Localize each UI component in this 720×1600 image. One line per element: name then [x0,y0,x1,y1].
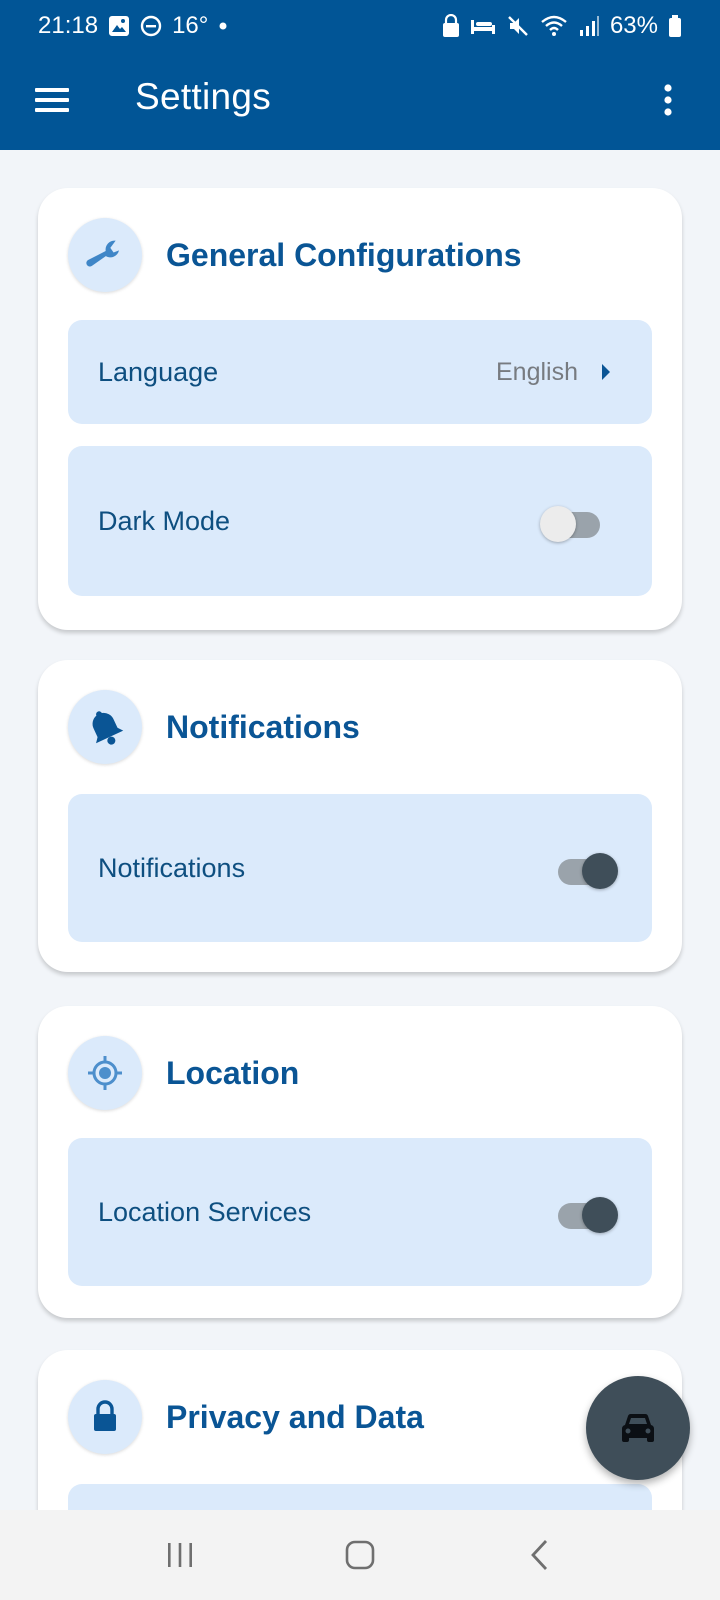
wrench-icon [68,218,142,292]
general-configurations-card: General Configurations Language English … [38,188,682,630]
image-icon [108,15,130,37]
notifications-card: Notifications Notifications [38,660,682,972]
language-value: English [496,357,578,386]
mute-icon [506,14,530,38]
notifications-label: Notifications [98,852,246,883]
location-services-switch[interactable] [554,1192,618,1233]
more-vert-icon[interactable] [646,78,690,122]
wifi-icon [540,15,568,37]
crosshair-icon [68,1036,142,1110]
bell-icon [68,690,142,764]
status-right: 63% [442,12,682,40]
status-time: 21:18 [38,12,99,39]
general-configurations-title: General Configurations [166,236,522,273]
status-bar: 21:18 16° 63% [0,0,720,52]
do-not-disturb-icon [140,15,162,37]
system-nav-bar [0,1510,720,1600]
switch-thumb [582,1197,618,1233]
hamburger-menu-icon[interactable] [30,78,74,122]
switch-thumb [582,853,618,889]
status-temperature: 16° [172,12,209,39]
privacy-and-data-header: Privacy and Data [68,1380,424,1454]
dark-mode-row: Dark Mode [68,446,652,596]
general-configurations-header: General Configurations [68,218,522,292]
dark-mode-label: Dark Mode [98,505,231,536]
location-card: Location Location Services [38,1006,682,1318]
location-services-label: Location Services [98,1196,312,1227]
bed-icon [470,16,496,36]
home-icon[interactable] [330,1525,390,1585]
dark-mode-switch[interactable] [540,501,604,542]
car-icon [621,1413,655,1442]
location-header: Location [68,1036,299,1110]
privacy-and-data-title: Privacy and Data [166,1398,424,1435]
notifications-header: Notifications [68,690,360,764]
arrow-right-icon [600,363,612,381]
switch-thumb [540,506,576,542]
settings-content[interactable]: General Configurations Language English … [0,150,720,1510]
recents-icon[interactable] [150,1525,210,1585]
location-services-row: Location Services [68,1138,652,1286]
privacy-row[interactable] [68,1484,652,1510]
language-row[interactable]: Language English [68,320,652,424]
car-fab-button[interactable] [586,1376,690,1480]
signal-icon [578,15,600,37]
app-bar: Settings [0,52,720,150]
notifications-row: Notifications [68,794,652,942]
language-label: Language [98,356,219,387]
lock-icon [442,14,460,38]
location-title: Location [166,1054,300,1091]
page-title: Settings [135,76,272,117]
lock-icon [68,1380,142,1454]
back-icon[interactable] [510,1525,570,1585]
dot-icon [218,21,228,31]
status-battery-text: 63% [609,12,658,39]
status-left: 21:18 16° [38,12,228,40]
notifications-title: Notifications [166,708,360,745]
notifications-switch[interactable] [554,848,618,889]
battery-icon [668,14,682,38]
